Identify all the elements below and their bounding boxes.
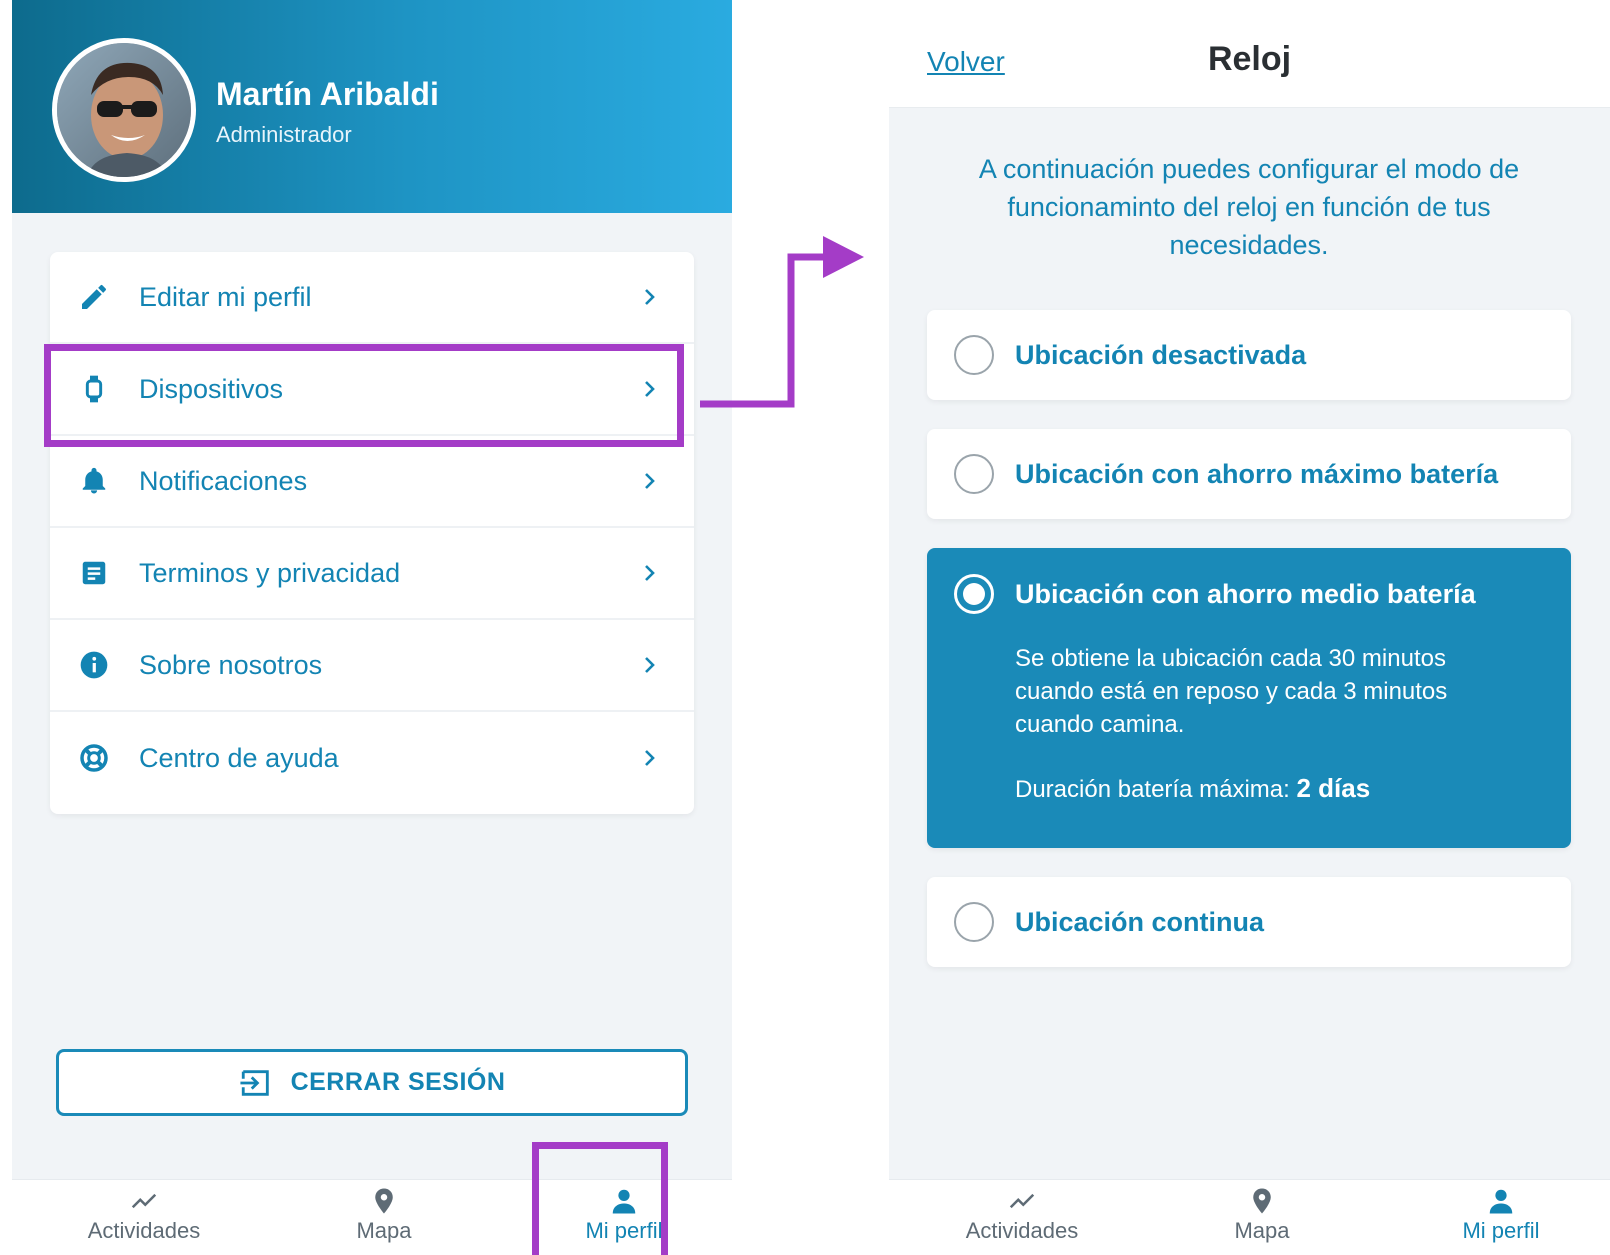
document-icon [76, 555, 112, 591]
lifebuoy-icon [76, 740, 112, 776]
battery-duration: Duración batería máxima: 2 días [1015, 773, 1370, 804]
profile-role: Administrador [216, 122, 352, 147]
nav-my-profile[interactable]: Mi perfil [544, 1186, 704, 1254]
option-description: Se obtiene la ubicación cada 30 minutos … [1015, 645, 1448, 738]
option-title: Ubicación desactivada [1015, 340, 1307, 370]
radio-button[interactable] [954, 454, 994, 494]
menu-item-label: Editar mi perfil [139, 281, 312, 312]
menu-item-terms[interactable]: Terminos y privacidad [50, 528, 694, 620]
bell-icon [76, 463, 112, 499]
nav-label: Mapa [1234, 1218, 1290, 1243]
nav-label: Actividades [87, 1218, 201, 1243]
chevron-right-icon [645, 289, 655, 305]
watch-icon [76, 371, 112, 407]
battery-duration-label: Duración batería máxima: [1015, 776, 1290, 803]
option-location-off[interactable]: Ubicación desactivada [927, 310, 1571, 400]
logout-icon [239, 1069, 269, 1096]
nav-my-profile[interactable]: Mi perfil [1421, 1186, 1581, 1254]
chevron-right-icon [645, 657, 655, 673]
pencil-icon [76, 279, 112, 315]
menu-item-help-center[interactable]: Centro de ayuda [50, 712, 694, 804]
menu-item-notifications[interactable]: Notificaciones [50, 436, 694, 528]
menu-item-devices[interactable]: Dispositivos [50, 344, 694, 436]
logout-button[interactable]: CERRAR SESIÓN [56, 1049, 688, 1116]
option-title: Ubicación con ahorro máximo batería [1015, 459, 1499, 489]
nav-label: Mi perfil [1462, 1218, 1540, 1243]
option-continuous-location[interactable]: Ubicación continua [927, 877, 1571, 967]
menu-item-about[interactable]: Sobre nosotros [50, 620, 694, 712]
logout-label: CERRAR SESIÓN [290, 1068, 506, 1096]
menu-item-label: Terminos y privacidad [139, 557, 401, 588]
menu-item-label: Centro de ayuda [139, 742, 339, 773]
option-max-battery-saving[interactable]: Ubicación con ahorro máximo batería [927, 429, 1571, 519]
chevron-right-icon [645, 565, 655, 581]
nav-label: Actividades [965, 1218, 1079, 1243]
top-bar: Volver Reloj [889, 0, 1610, 108]
stage: Martín Aribaldi Administrador Editar mi … [0, 0, 1610, 1255]
intro-text: A continuación puedes configurar el modo… [978, 154, 1520, 260]
menu-item-label: Dispositivos [139, 373, 284, 404]
chevron-right-icon [645, 750, 655, 766]
option-title: Ubicación continua [1015, 907, 1265, 937]
profile-menu: Editar mi perfil Dispositivos Notificaci… [50, 252, 694, 814]
nav-label: Mi perfil [585, 1218, 663, 1243]
nav-map[interactable]: Mapa [1182, 1186, 1342, 1254]
page-title: Reloj [1207, 40, 1292, 78]
map-pin-icon [1253, 1188, 1271, 1214]
profile-screen: Martín Aribaldi Administrador Editar mi … [12, 0, 732, 1255]
activity-icon [1009, 1193, 1035, 1209]
menu-item-label: Notificaciones [139, 465, 308, 496]
radio-button[interactable] [954, 335, 994, 375]
avatar-photo [57, 43, 191, 177]
nav-activities[interactable]: Actividades [942, 1186, 1102, 1254]
nav-map[interactable]: Mapa [304, 1186, 464, 1254]
nav-activities[interactable]: Actividades [64, 1186, 224, 1254]
option-title: Ubicación con ahorro medio batería [1015, 579, 1476, 609]
option-medium-battery-saving[interactable]: Ubicación con ahorro medio batería Se ob… [927, 548, 1571, 848]
radio-button[interactable] [954, 902, 994, 942]
radio-button-selected[interactable] [954, 574, 994, 614]
profile-name: Martín Aribaldi [216, 76, 439, 112]
profile-header: Martín Aribaldi Administrador [12, 0, 732, 213]
bottom-nav: Actividades Mapa Mi perfil [12, 1179, 732, 1255]
menu-item-edit-profile[interactable]: Editar mi perfil [50, 252, 694, 344]
map-pin-icon [375, 1188, 393, 1214]
battery-duration-value: 2 días [1296, 773, 1371, 803]
bottom-nav: Actividades Mapa Mi perfil [889, 1179, 1610, 1255]
clock-settings-screen: Volver Reloj A continuación puedes confi… [889, 0, 1610, 1255]
chevron-right-icon [645, 381, 655, 397]
chevron-right-icon [645, 473, 655, 489]
avatar[interactable] [52, 38, 196, 182]
user-icon [612, 1189, 636, 1214]
menu-item-label: Sobre nosotros [139, 649, 323, 680]
info-icon [76, 647, 112, 683]
activity-icon [131, 1193, 157, 1209]
nav-label: Mapa [356, 1218, 412, 1243]
user-icon [1489, 1189, 1513, 1214]
